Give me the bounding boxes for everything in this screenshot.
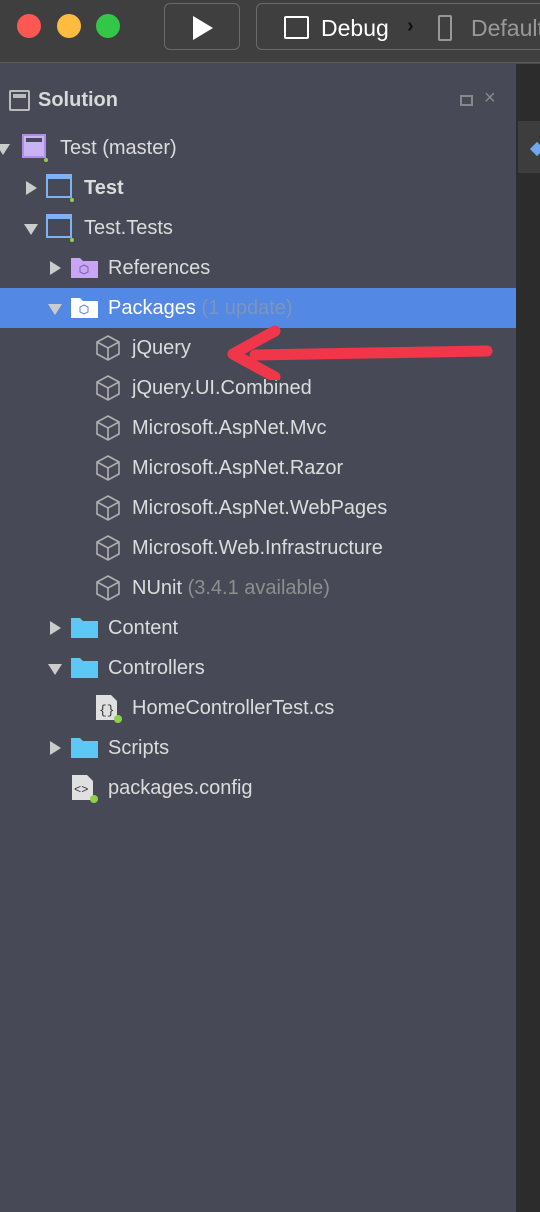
item-name: Microsoft.AspNet.Mvc xyxy=(132,417,327,439)
close-icon[interactable]: × xyxy=(484,87,496,110)
svg-text:<>: <> xyxy=(74,783,88,797)
tree-item[interactable]: Microsoft.AspNet.Mvc xyxy=(0,408,516,448)
collapsed-triangle-icon[interactable] xyxy=(26,181,37,195)
toolbar: Debug › Default xyxy=(0,0,540,63)
tree-item-label: Test (master) xyxy=(60,137,177,160)
expanded-triangle-icon[interactable] xyxy=(48,304,62,315)
package-icon xyxy=(94,534,122,567)
tree-item-label: Packages (1 update) xyxy=(108,297,293,320)
package-icon xyxy=(94,574,122,607)
expanded-triangle-icon[interactable] xyxy=(0,144,10,155)
tree-item[interactable]: Test.Tests xyxy=(0,208,516,248)
packages-folder-icon xyxy=(70,294,100,327)
item-name: Packages xyxy=(108,297,196,319)
item-name: packages.config xyxy=(108,777,253,799)
item-name: References xyxy=(108,257,211,279)
item-note: (1 update) xyxy=(201,297,293,319)
item-name: HomeControllerTest.cs xyxy=(132,697,335,719)
item-name: jQuery xyxy=(132,337,191,359)
tree-item-label: Microsoft.AspNet.WebPages xyxy=(132,497,387,520)
references-folder-icon xyxy=(70,254,100,287)
tree-item-label: packages.config xyxy=(108,777,253,800)
item-name: NUnit xyxy=(132,577,183,599)
item-note: (3.4.1 available) xyxy=(187,577,330,599)
chevron-right-icon: › xyxy=(407,15,414,37)
tree-item[interactable]: {} HomeControllerTest.cs xyxy=(0,688,516,728)
item-name: Microsoft.AspNet.Razor xyxy=(132,457,344,479)
tree-item[interactable]: NUnit (3.4.1 available) xyxy=(0,568,516,608)
tree-item-label: HomeControllerTest.cs xyxy=(132,697,334,720)
tree-item-label: References xyxy=(108,257,210,280)
csharp-file-icon: {} xyxy=(94,694,124,729)
package-icon xyxy=(94,494,122,527)
package-icon xyxy=(94,334,122,367)
item-name: Test xyxy=(84,177,124,199)
package-icon xyxy=(94,414,122,447)
tree-item[interactable]: References xyxy=(0,248,516,288)
collapsed-triangle-icon[interactable] xyxy=(50,741,61,755)
collapsed-triangle-icon[interactable] xyxy=(50,621,61,635)
play-icon xyxy=(193,16,213,40)
device-label[interactable]: Default xyxy=(471,15,540,42)
item-name: Content xyxy=(108,617,179,639)
tree-item[interactable]: Test xyxy=(0,168,516,208)
tree-item[interactable]: Content xyxy=(0,608,516,648)
tree-item[interactable]: Microsoft.AspNet.WebPages xyxy=(0,488,516,528)
expanded-triangle-icon[interactable] xyxy=(48,664,62,675)
tree-item[interactable]: Scripts xyxy=(0,728,516,768)
configuration-label: Debug xyxy=(321,15,389,41)
config-file-icon: <> xyxy=(70,774,100,809)
item-name: Controllers xyxy=(108,657,205,679)
solution-pad-icon xyxy=(9,90,30,111)
maximize-icon[interactable] xyxy=(460,95,473,106)
item-name: Microsoft.AspNet.WebPages xyxy=(132,497,388,519)
tree-item[interactable]: Packages (1 update) xyxy=(0,288,516,328)
item-name: Scripts xyxy=(108,737,170,759)
tree-item-label: Test xyxy=(84,177,124,200)
item-name: jQuery.UI.Combined xyxy=(132,377,312,399)
tree-item-label: Microsoft.AspNet.Razor xyxy=(132,457,343,480)
pad-title: Solution xyxy=(38,89,118,111)
window-icon xyxy=(284,16,309,39)
project-icon xyxy=(46,174,76,209)
tree-item-label: Test.Tests xyxy=(84,217,173,240)
package-icon xyxy=(94,374,122,407)
device-icon xyxy=(438,15,452,41)
tree-item[interactable]: <> packages.config xyxy=(0,768,516,808)
folder-icon xyxy=(70,614,100,647)
annotation-arrow xyxy=(227,325,493,380)
folder-icon xyxy=(70,654,100,687)
project-icon xyxy=(46,214,76,249)
tree-item-label: Scripts xyxy=(108,737,169,760)
editor-area xyxy=(516,64,540,1212)
tree-item-label: Content xyxy=(108,617,178,640)
svg-text:{}: {} xyxy=(99,703,115,718)
configuration-selector[interactable]: Debug › Default xyxy=(256,3,540,50)
tree-item-label: Controllers xyxy=(108,657,205,680)
tree-item-label: Microsoft.Web.Infrastructure xyxy=(132,537,383,560)
tree-item[interactable]: Microsoft.Web.Infrastructure xyxy=(0,528,516,568)
tree-item-label: Microsoft.AspNet.Mvc xyxy=(132,417,326,440)
tree-item[interactable]: Controllers xyxy=(0,648,516,688)
tree-item[interactable]: Test (master) xyxy=(0,128,516,168)
expanded-triangle-icon[interactable] xyxy=(24,224,38,235)
item-name: Microsoft.Web.Infrastructure xyxy=(132,537,383,559)
tree-item-label: jQuery xyxy=(132,337,191,360)
item-name: Test (master) xyxy=(60,137,177,159)
zoom-window-button[interactable] xyxy=(96,14,120,38)
folder-icon xyxy=(70,734,100,767)
tree-item-label: jQuery.UI.Combined xyxy=(132,377,312,400)
run-button[interactable] xyxy=(164,3,240,50)
minimize-window-button[interactable] xyxy=(57,14,81,38)
close-window-button[interactable] xyxy=(17,14,41,38)
collapsed-triangle-icon[interactable] xyxy=(50,261,61,275)
solution-icon xyxy=(22,134,48,167)
tree-item[interactable]: Microsoft.AspNet.Razor xyxy=(0,448,516,488)
solution-pad-header: Solution × xyxy=(0,82,516,118)
item-name: Test.Tests xyxy=(84,217,173,239)
tree-item-label: NUnit (3.4.1 available) xyxy=(132,577,330,600)
package-icon xyxy=(94,454,122,487)
